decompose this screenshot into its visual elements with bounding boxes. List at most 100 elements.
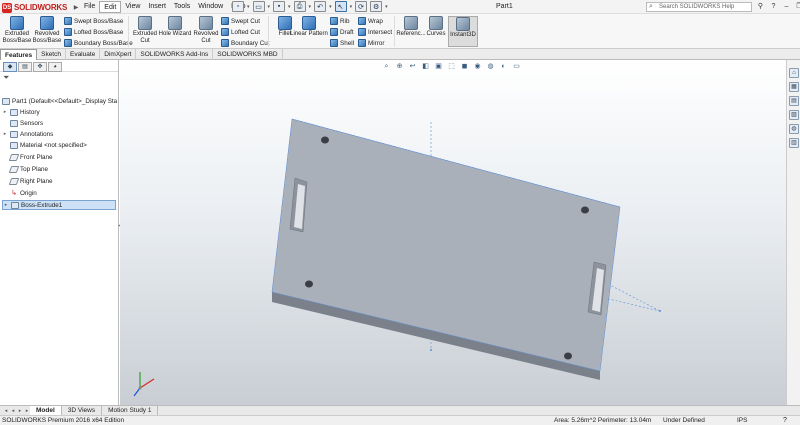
tab-mbd[interactable]: SOLIDWORKS MBD bbox=[213, 49, 283, 60]
open-dropdown-icon[interactable]: ▾ bbox=[268, 4, 271, 10]
tab-addins[interactable]: SOLIDWORKS Add-Ins bbox=[136, 49, 214, 60]
feature-tree-tab-icon[interactable]: ◆ bbox=[3, 62, 17, 72]
linear-pattern-button[interactable]: Linear Pattern bbox=[290, 16, 328, 38]
rebuild-icon[interactable]: ⟳ bbox=[355, 1, 368, 12]
user-icon[interactable]: ⚲ bbox=[756, 1, 765, 12]
print-dropdown-icon[interactable]: ▾ bbox=[309, 4, 312, 10]
apply-scene-icon[interactable]: ◐ bbox=[499, 62, 508, 71]
lofted-cut-button[interactable]: Lofted Cut bbox=[221, 27, 260, 37]
zoom-to-fit-icon[interactable]: ⌕ bbox=[382, 62, 391, 71]
reference-geometry-button[interactable]: Referenc... bbox=[396, 16, 426, 38]
instant3d-button[interactable]: Instant3D bbox=[448, 16, 478, 47]
curves-button[interactable]: Curves bbox=[424, 16, 448, 38]
appearances-icon[interactable]: ◍ bbox=[789, 124, 799, 134]
tab-3d-views[interactable]: 3D Views bbox=[62, 406, 103, 415]
model-view[interactable] bbox=[120, 60, 786, 405]
tree-item-material[interactable]: Material <not specified> bbox=[2, 140, 87, 150]
save-dropdown-icon[interactable]: ▾ bbox=[288, 4, 291, 10]
file-explorer-icon[interactable]: ▤ bbox=[789, 96, 799, 106]
tree-root-part1[interactable]: Part1 (Default<<Default>_Display Sta bbox=[2, 96, 117, 106]
lofted-boss-button[interactable]: Lofted Boss/Base bbox=[64, 27, 123, 37]
new-dropdown-icon[interactable]: ▾ bbox=[247, 4, 250, 10]
status-help-icon[interactable]: ? bbox=[783, 416, 787, 425]
tree-item-sensors[interactable]: Sensors bbox=[2, 118, 43, 128]
print-icon[interactable]: ⎙ bbox=[293, 1, 306, 12]
hide-show-items-icon[interactable]: ◉ bbox=[473, 62, 482, 71]
menu-pin-icon[interactable]: ▶ bbox=[72, 1, 80, 13]
tree-item-origin[interactable]: ↳ Origin bbox=[2, 188, 37, 198]
view-palette-icon[interactable]: ▧ bbox=[789, 110, 799, 120]
unit-system-selector[interactable]: IPS bbox=[737, 416, 747, 425]
menu-file[interactable]: File bbox=[80, 1, 99, 13]
minimize-icon[interactable]: – bbox=[782, 1, 791, 12]
extruded-cut-button[interactable]: Extruded Cut bbox=[130, 16, 160, 45]
select-icon[interactable]: ↖ bbox=[334, 1, 347, 12]
expand-icon[interactable]: ▸ bbox=[2, 131, 8, 137]
extruded-boss-button[interactable]: Extruded Boss/Base bbox=[2, 16, 32, 45]
help-question-icon[interactable]: ? bbox=[769, 1, 778, 12]
menu-window[interactable]: Window bbox=[194, 1, 227, 13]
tree-item-annotations[interactable]: ▸ Annotations bbox=[2, 129, 53, 139]
previous-view-icon[interactable]: ↩ bbox=[408, 62, 417, 71]
first-tab-icon[interactable]: ◂ bbox=[3, 408, 9, 414]
display-manager-tab-icon[interactable]: ◕ bbox=[48, 62, 62, 72]
tab-evaluate[interactable]: Evaluate bbox=[66, 49, 101, 60]
menu-insert[interactable]: Insert bbox=[144, 1, 170, 13]
display-style-icon[interactable]: ◼ bbox=[460, 62, 469, 71]
tree-item-boss-extrude1[interactable]: ▸ Boss-Extrude1 bbox=[2, 200, 116, 210]
tab-features[interactable]: Features bbox=[0, 49, 38, 60]
rib-button[interactable]: Rib bbox=[330, 16, 349, 26]
next-tab-icon[interactable]: ▸ bbox=[17, 408, 23, 414]
menu-view[interactable]: View bbox=[121, 1, 144, 13]
design-library-icon[interactable]: ▦ bbox=[789, 82, 799, 92]
hole-wizard-button[interactable]: Hole Wizard bbox=[158, 16, 192, 38]
dynamic-annotation-icon[interactable]: ▣ bbox=[434, 62, 443, 71]
options-icon[interactable]: ⚙ bbox=[370, 1, 383, 12]
solidworks-logo[interactable]: DS SOLIDWORKS bbox=[2, 2, 67, 13]
menu-edit[interactable]: Edit bbox=[99, 1, 122, 13]
select-dropdown-icon[interactable]: ▾ bbox=[350, 4, 353, 10]
solidworks-resources-icon[interactable]: ⌂ bbox=[789, 68, 799, 78]
tree-item-history[interactable]: ▸ History bbox=[2, 107, 40, 117]
wrap-button[interactable]: Wrap bbox=[358, 16, 383, 26]
undo-dropdown-icon[interactable]: ▾ bbox=[329, 4, 332, 10]
tab-motion-study[interactable]: Motion Study 1 bbox=[102, 406, 159, 415]
prev-tab-icon[interactable]: ◂ bbox=[10, 408, 16, 414]
section-view-icon[interactable]: ◧ bbox=[421, 62, 430, 71]
tree-item-front-plane[interactable]: Front Plane bbox=[2, 152, 53, 162]
save-icon[interactable]: ▪ bbox=[273, 1, 286, 12]
zoom-area-icon[interactable]: ⊕ bbox=[395, 62, 404, 71]
swept-cut-button[interactable]: Swept Cut bbox=[221, 16, 260, 26]
help-search-input[interactable]: ⌕ Search SOLIDWORKS Help bbox=[646, 2, 752, 12]
property-manager-tab-icon[interactable]: ▤ bbox=[18, 62, 32, 72]
revolved-boss-button[interactable]: Revolved Boss/Base bbox=[32, 16, 62, 45]
shell-button[interactable]: Shell bbox=[330, 38, 354, 48]
graphics-area[interactable]: ⌕ ⊕ ↩ ◧ ▣ ⬚ ◼ ◉ ◍ ◐ ▭ bbox=[120, 60, 786, 405]
tab-sketch[interactable]: Sketch bbox=[37, 49, 66, 60]
revolved-cut-button[interactable]: Revolved Cut bbox=[191, 16, 221, 45]
expand-icon[interactable]: ▸ bbox=[2, 109, 8, 115]
undo-icon[interactable]: ↶ bbox=[314, 1, 327, 12]
boundary-boss-button[interactable]: Boundary Boss/Base bbox=[64, 38, 133, 48]
filter-icon[interactable]: ⏷ bbox=[0, 72, 118, 83]
new-icon[interactable]: ▫ bbox=[232, 1, 244, 12]
view-settings-icon[interactable]: ▭ bbox=[512, 62, 521, 71]
tree-item-top-plane[interactable]: Top Plane bbox=[2, 164, 48, 174]
expand-icon[interactable]: ▸ bbox=[3, 202, 9, 208]
boundary-cut-button[interactable]: Boundary Cut bbox=[221, 38, 270, 48]
view-orientation-icon[interactable]: ⬚ bbox=[447, 62, 456, 71]
menu-tools[interactable]: Tools bbox=[170, 1, 194, 13]
edit-appearance-icon[interactable]: ◍ bbox=[486, 62, 495, 71]
tab-model[interactable]: Model bbox=[30, 406, 62, 415]
restore-icon[interactable]: ❐ bbox=[795, 1, 800, 12]
swept-boss-button[interactable]: Swept Boss/Base bbox=[64, 16, 123, 26]
tree-item-right-plane[interactable]: Right Plane bbox=[2, 176, 53, 186]
configuration-manager-tab-icon[interactable]: ✥ bbox=[33, 62, 47, 72]
draft-button[interactable]: Draft bbox=[330, 27, 354, 37]
options-dropdown-icon[interactable]: ▾ bbox=[385, 4, 388, 10]
custom-properties-icon[interactable]: ▥ bbox=[789, 138, 799, 148]
intersect-button[interactable]: Intersect bbox=[358, 27, 392, 37]
open-icon[interactable]: ▭ bbox=[252, 1, 265, 12]
mirror-button[interactable]: Mirror bbox=[358, 38, 384, 48]
tab-dimxpert[interactable]: DimXpert bbox=[100, 49, 137, 60]
